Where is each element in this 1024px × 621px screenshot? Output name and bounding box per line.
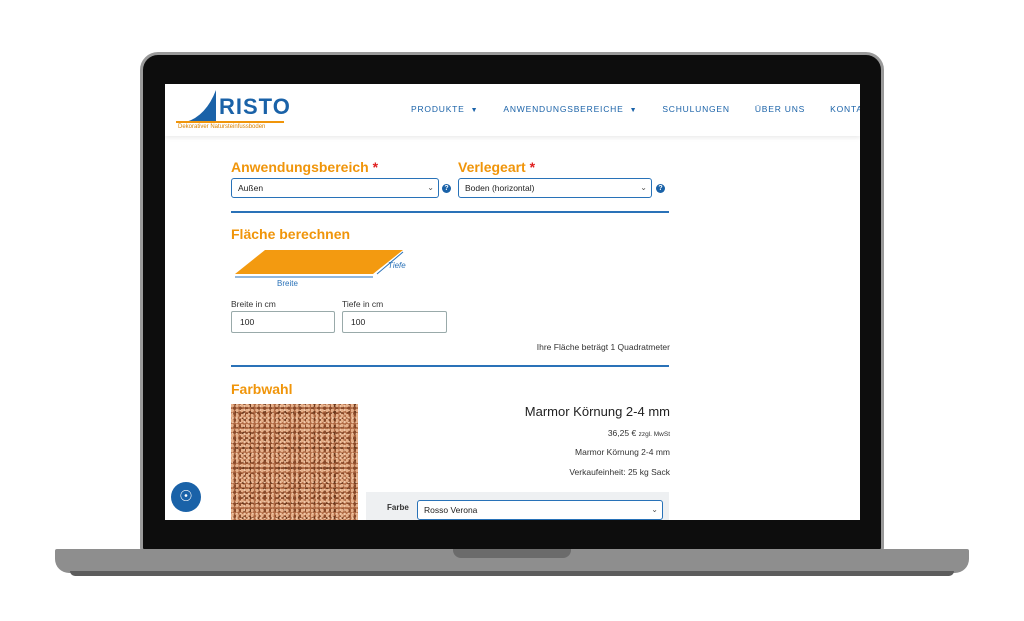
chevron-down-icon: ▼: [470, 107, 479, 114]
product-image[interactable]: [231, 404, 358, 520]
product-title: Marmor Körnung 2-4 mm: [524, 404, 670, 419]
breite-label: Breite in cm: [231, 299, 276, 309]
nav-schulungen[interactable]: SCHULUNGEN: [662, 104, 730, 114]
diagram-width-label: Breite: [277, 279, 298, 288]
verlegeart-label: Verlegeart *: [458, 159, 536, 175]
section-divider: [231, 365, 669, 367]
nav-produkte[interactable]: PRODUKTE ▼: [411, 104, 478, 114]
browser-viewport: RISTO Dekorativer Natursteinfussboden PR…: [165, 84, 860, 520]
laptop-notch: [453, 549, 571, 558]
tiefe-label: Tiefe in cm: [342, 299, 384, 309]
section-divider: [231, 211, 669, 213]
nav-anwendungsbereiche[interactable]: ANWENDUNGSBEREICHE ▼: [503, 104, 637, 114]
site-header: RISTO Dekorativer Natursteinfussboden PR…: [165, 84, 860, 136]
logo-tagline: Dekorativer Natursteinfussboden: [178, 124, 266, 130]
anwendungsbereich-label: Anwendungsbereich *: [231, 159, 379, 175]
nav-kontakt[interactable]: KONTAKT▼: [830, 104, 860, 114]
farbe-select[interactable]: Rosso Verona ⌄: [417, 500, 663, 520]
area-diagram: Breite Tiefe: [235, 250, 406, 288]
help-icon[interactable]: ?: [442, 184, 451, 193]
chevron-down-icon: ▼: [629, 107, 638, 114]
tiefe-input[interactable]: 100: [342, 311, 447, 333]
laptop-base-shadow: [70, 571, 954, 576]
main-nav: PRODUKTE ▼ ANWENDUNGSBEREICHE ▼ SCHULUNGEN…: [411, 104, 860, 114]
area-result: Ihre Fläche beträgt 1 Quadratmeter: [536, 342, 670, 352]
breite-input[interactable]: 100: [231, 311, 335, 333]
flaeche-heading: Fläche berechnen: [231, 226, 351, 242]
chevron-down-icon: ⌄: [640, 183, 647, 192]
chevron-down-icon: ⌄: [651, 505, 658, 514]
logo-brand: RISTO: [219, 94, 291, 119]
product-unit: Verkaufeinheit: 25 kg Sack: [569, 467, 670, 477]
verlegeart-select[interactable]: Boden (horizontal) ⌄: [458, 178, 652, 198]
chevron-down-icon: ⌄: [427, 183, 434, 192]
color-option-panel: Farbe Rosso Verona ⌄: [366, 492, 669, 520]
farbwahl-heading: Farbwahl: [231, 381, 293, 397]
farbe-label: Farbe: [387, 503, 409, 512]
diagram-depth-label: Tiefe: [388, 261, 406, 270]
fingerprint-icon[interactable]: ☉: [171, 482, 201, 512]
site-logo[interactable]: RISTO Dekorativer Natursteinfussboden: [176, 86, 290, 134]
help-icon[interactable]: ?: [656, 184, 665, 193]
product-name: Marmor Körnung 2-4 mm: [575, 447, 670, 457]
product-price: 36,25 € zzgl. MwSt: [607, 428, 670, 438]
nav-ueber-uns[interactable]: ÜBER UNS: [755, 104, 805, 114]
anwendungsbereich-select[interactable]: Außen ⌄: [231, 178, 439, 198]
